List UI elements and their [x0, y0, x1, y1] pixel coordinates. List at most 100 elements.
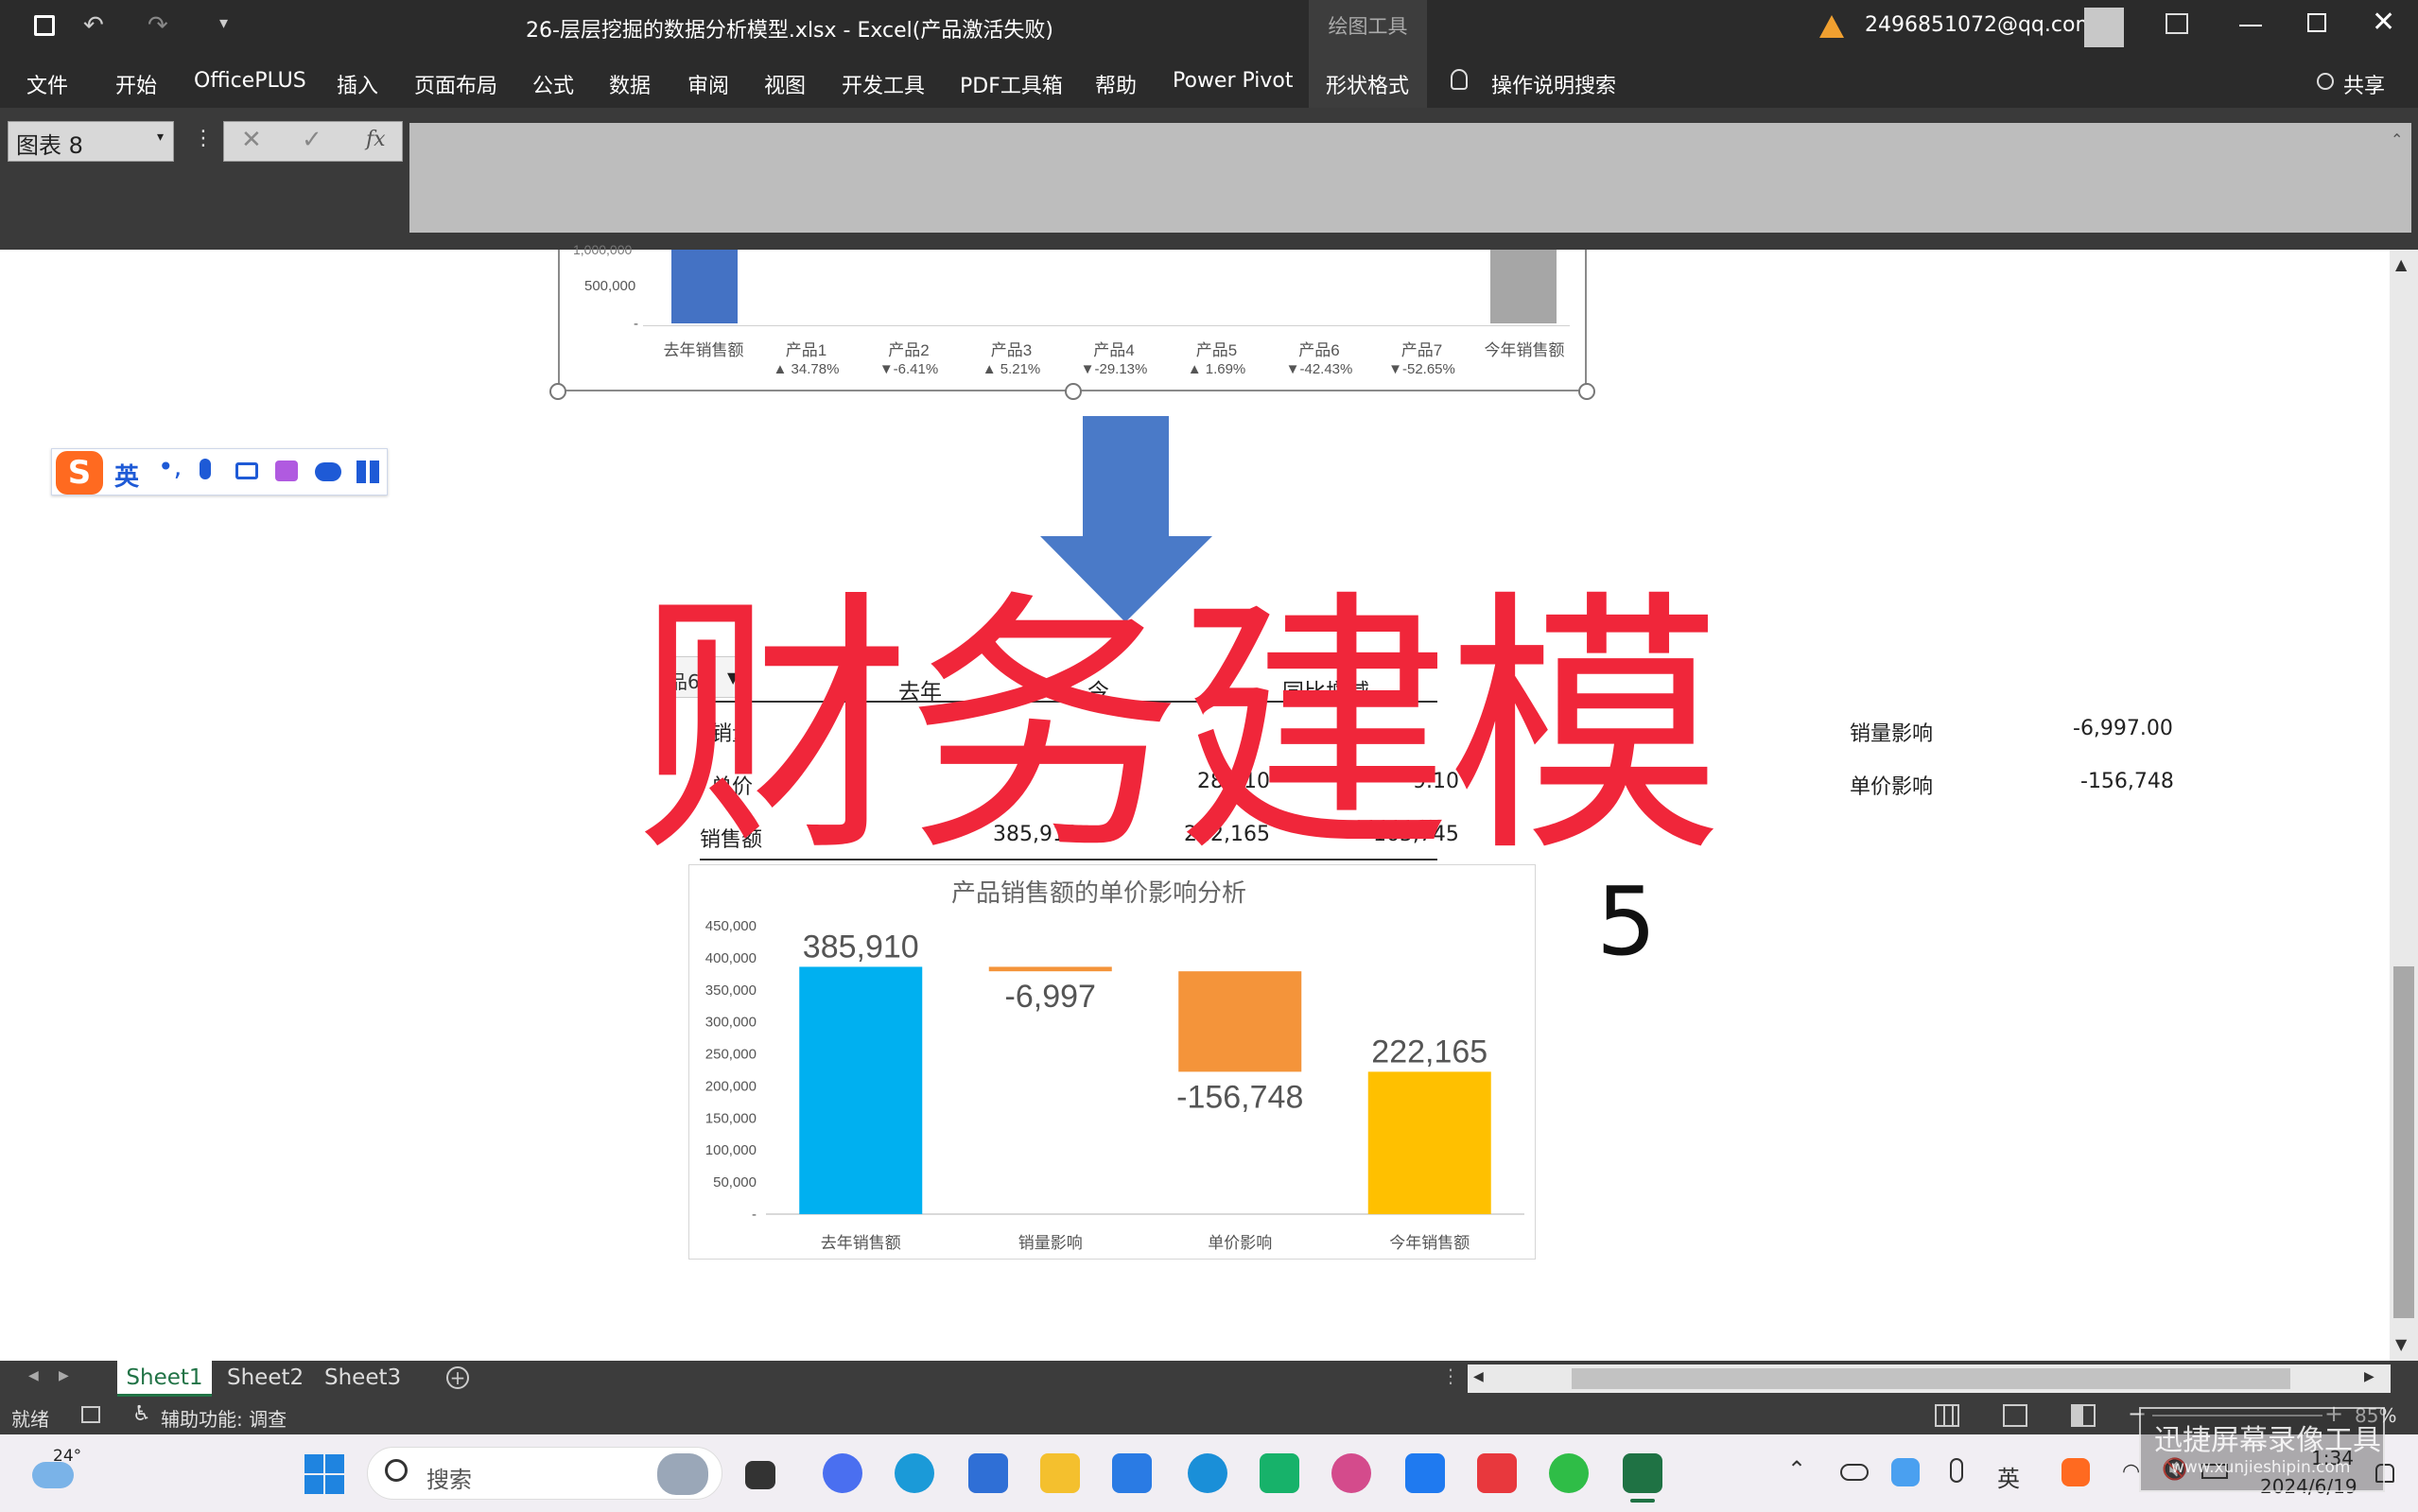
hscroll-left-icon[interactable]: ◀ — [1473, 1369, 1484, 1384]
tab-power-pivot[interactable]: Power Pivot — [1173, 69, 1294, 93]
sheet-tab[interactable]: Sheet2 — [227, 1365, 304, 1390]
chart-y-tick: 400,000 — [705, 950, 757, 966]
enter-icon[interactable]: ✓ — [302, 126, 322, 154]
horizontal-scrollbar[interactable]: ◀ — [1468, 1364, 2391, 1393]
chart-bar[interactable] — [1367, 1071, 1491, 1214]
store-icon[interactable] — [968, 1453, 1008, 1493]
chevron-down-icon[interactable]: ▾ — [157, 130, 164, 145]
chart-bar[interactable] — [799, 966, 923, 1214]
hscroll-thumb[interactable] — [1572, 1368, 2290, 1389]
tab-page-layout[interactable]: 页面布局 — [414, 69, 497, 99]
mic-tray-icon[interactable] — [1950, 1458, 1963, 1483]
chart-bar[interactable] — [1178, 971, 1302, 1072]
quick-access-customize-icon[interactable]: ▾ — [219, 13, 228, 33]
minimize-button[interactable] — [2239, 25, 2262, 26]
insert-function-icon[interactable]: fx — [366, 128, 386, 151]
formula-expand-icon[interactable]: ⌃ — [2391, 130, 2403, 148]
add-sheet-icon[interactable]: + — [446, 1366, 469, 1389]
green-app-icon[interactable] — [1260, 1453, 1299, 1493]
tab-officeplus[interactable]: OfficePLUS — [194, 69, 306, 93]
tab-shape-format[interactable]: 形状格式 — [1326, 69, 1409, 99]
keyboard-icon[interactable] — [235, 462, 258, 479]
microphone-icon[interactable] — [200, 459, 211, 479]
task-view-icon[interactable] — [745, 1461, 775, 1489]
undo-icon[interactable]: ↶ — [83, 11, 104, 40]
excel-icon[interactable] — [1623, 1453, 1662, 1493]
tab-scroll-left-icon[interactable]: ◀ — [28, 1368, 39, 1383]
more-options-icon[interactable]: ⋮ — [193, 127, 214, 150]
formula-input[interactable] — [409, 123, 2411, 233]
ime-toolbar[interactable]: S 英 •, — [51, 448, 388, 495]
watermark-line2: www.xunjieshipin.com — [2171, 1458, 2351, 1477]
account-email[interactable]: 2496851072@qq.com — [1865, 13, 2096, 37]
share-button[interactable]: 共享 — [2343, 69, 2385, 99]
tab-home[interactable]: 开始 — [115, 69, 157, 99]
punctuation-icon[interactable]: •, — [158, 451, 182, 482]
tab-review[interactable]: 审阅 — [687, 69, 729, 99]
selection-handle[interactable] — [1065, 383, 1082, 400]
chart-y-tick: - — [752, 1207, 757, 1223]
tab-file[interactable]: 文件 — [26, 69, 68, 99]
sheet-tab[interactable]: Sheet3 — [324, 1365, 401, 1390]
feishu-icon[interactable] — [1405, 1453, 1445, 1493]
app-v-icon[interactable] — [1112, 1453, 1152, 1493]
restore-button[interactable] — [2307, 13, 2326, 32]
toolbox-icon[interactable] — [357, 461, 379, 483]
tab-insert[interactable]: 插入 — [337, 69, 378, 99]
weather-icon[interactable] — [32, 1462, 74, 1488]
tray-chevron-icon[interactable]: ⌃ — [1787, 1456, 1806, 1483]
vertical-scrollbar[interactable]: ▲ ▼ — [2390, 250, 2418, 1361]
taskbar-search[interactable]: 搜索 — [367, 1447, 722, 1500]
redo-icon[interactable]: ↷ — [148, 11, 168, 40]
wps-icon[interactable] — [1477, 1453, 1517, 1493]
search-tell-me[interactable]: 操作说明搜索 — [1491, 69, 1616, 99]
page-break-view-icon[interactable] — [2071, 1404, 2096, 1427]
page-layout-view-icon[interactable] — [2003, 1404, 2027, 1427]
overlay-number: 5 — [1596, 866, 1657, 977]
selection-handle[interactable] — [1578, 383, 1595, 400]
avatar[interactable] — [2084, 8, 2124, 47]
wechat-icon[interactable] — [1549, 1453, 1589, 1493]
top-chart-category-label: 产品3 — [990, 341, 1033, 359]
watermark-line1: 迅捷屏幕录像工具 — [2154, 1424, 2381, 1457]
sogou-tray-icon[interactable] — [2061, 1458, 2090, 1486]
tray-app-icon[interactable] — [1891, 1458, 1920, 1486]
file-explorer-icon[interactable] — [1040, 1453, 1080, 1493]
tab-developer[interactable]: 开发工具 — [842, 69, 925, 99]
tab-scroll-right-icon[interactable]: ▶ — [59, 1368, 69, 1383]
pinwheel-icon[interactable] — [1331, 1453, 1371, 1493]
macro-record-icon[interactable] — [81, 1406, 100, 1423]
splitter-icon[interactable]: ⋮ — [1441, 1364, 1460, 1387]
tab-pdf-tools[interactable]: PDF工具箱 — [960, 69, 1063, 99]
sheet-tab-active[interactable]: Sheet1 — [117, 1361, 212, 1397]
start-icon[interactable] — [304, 1454, 344, 1494]
ime-mode[interactable]: 英 — [114, 458, 139, 493]
onedrive-icon[interactable] — [1840, 1464, 1869, 1481]
tab-formulas[interactable]: 公式 — [532, 69, 574, 99]
ie-icon[interactable] — [1188, 1453, 1227, 1493]
scroll-down-icon[interactable]: ▼ — [2395, 1335, 2407, 1353]
normal-view-icon[interactable] — [1935, 1404, 1959, 1427]
window-title: 26-层层挖掘的数据分析模型.xlsx - Excel(产品激活失败) — [526, 19, 1053, 43]
cancel-icon[interactable]: ✕ — [241, 126, 262, 154]
status-accessibility[interactable]: 辅助功能: 调查 — [161, 1404, 287, 1432]
edge-icon[interactable] — [895, 1453, 934, 1493]
selection-handle[interactable] — [549, 383, 566, 400]
tab-view[interactable]: 视图 — [764, 69, 806, 99]
save-icon[interactable] — [34, 15, 55, 36]
game-icon[interactable] — [315, 462, 341, 481]
tab-data[interactable]: 数据 — [609, 69, 651, 99]
skin-icon[interactable] — [275, 461, 298, 481]
chart-y-tick: 250,000 — [705, 1047, 757, 1063]
input-lang[interactable]: 英 — [1997, 1460, 2020, 1493]
name-box[interactable]: 图表 8 ▾ — [8, 121, 174, 162]
tab-help[interactable]: 帮助 — [1095, 69, 1137, 99]
hscroll-right-icon[interactable]: ▶ — [2364, 1369, 2375, 1384]
scroll-up-icon[interactable]: ▲ — [2395, 255, 2407, 273]
ribbon-display-icon[interactable] — [2166, 13, 2188, 34]
wifi-icon[interactable]: ◠ — [2122, 1460, 2140, 1484]
scroll-thumb[interactable] — [2393, 966, 2414, 1318]
chart-bar[interactable] — [988, 966, 1112, 972]
copilot-icon[interactable] — [823, 1453, 862, 1493]
close-button[interactable]: ✕ — [2372, 6, 2395, 39]
